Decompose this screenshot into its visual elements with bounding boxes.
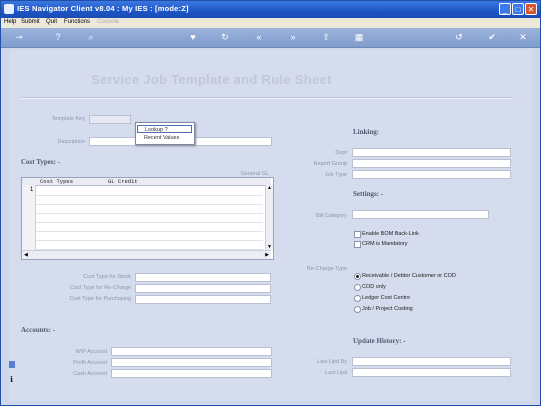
grid-column-cost-types: Cost Types [40, 178, 74, 185]
description-label: Description [57, 139, 85, 145]
info-icon[interactable]: ℹ [10, 375, 13, 384]
side-panel-button[interactable] [9, 361, 15, 368]
scroll-up-icon[interactable]: ▲ [267, 185, 272, 191]
last-upd-by-label: Last Upd By [317, 359, 347, 365]
lookup-popup: Lookup ? Recent Values [135, 122, 195, 145]
fast-forward-icon[interactable]: » [286, 31, 300, 43]
crm-mandatory-label: CRM is Mandatory [362, 241, 408, 247]
last-upd-by-field [352, 357, 511, 366]
grid-vertical-scrollbar[interactable]: ▲ ▼ [265, 185, 273, 250]
grid-row-gutter: 1 [22, 185, 36, 251]
cash-account-label: Cash Account [73, 371, 107, 377]
job-type-label: Job Type [324, 172, 347, 178]
rewind-icon[interactable]: « [252, 31, 266, 43]
menu-help[interactable]: Help [4, 19, 16, 25]
cost-type-recharge-label: Cost Type for Re-Charge [69, 285, 131, 291]
cost-type-purchasing-input[interactable] [135, 295, 271, 304]
last-upd-field [352, 368, 511, 377]
scroll-left-icon[interactable]: ◀ [24, 252, 28, 258]
key-icon[interactable]: ⊸ [9, 31, 29, 43]
grid-row-number: 1 [30, 187, 34, 193]
close-icon[interactable]: ✕ [516, 31, 530, 43]
upload-icon[interactable]: ⇧ [319, 31, 333, 43]
refresh-icon[interactable]: ↻ [218, 31, 232, 43]
search-icon[interactable]: ⌕ [84, 31, 98, 43]
template-key-input[interactable] [89, 115, 131, 124]
cost-type-stock-input[interactable] [135, 273, 271, 282]
dept-input[interactable] [352, 148, 511, 157]
help-icon[interactable]: ? [51, 31, 65, 43]
grid-horizontal-scrollbar[interactable]: ◀ ▶ [22, 250, 271, 259]
settings-heading: Settings: - [353, 190, 384, 198]
grid-header: Cost Types GL Credit [22, 178, 271, 186]
grid-column-gl-credit: GL Credit [108, 178, 138, 185]
wip-account-input[interactable] [111, 347, 272, 356]
title-divider [21, 97, 513, 99]
linking-heading: Linking: [353, 128, 380, 136]
maximize-button[interactable]: □ [512, 3, 524, 15]
recharge-cod-label: COD only [362, 284, 386, 290]
save-icon[interactable]: ▦ [352, 31, 366, 43]
check-icon[interactable]: ✔ [485, 31, 499, 43]
window-title: IES Navigator Client v8.04 : My IES : [m… [17, 4, 189, 13]
menu-quit[interactable]: Quit [46, 19, 57, 25]
scroll-right-icon[interactable]: ▶ [265, 252, 269, 258]
toolbar: ⊸ ? ⌕ ♥ ↻ « » ⇧ ▦ ↺ ✔ ✕ [1, 28, 540, 48]
wip-account-label: WIP Account [75, 349, 107, 355]
recharge-job-radio[interactable] [354, 306, 361, 313]
crm-mandatory-checkbox[interactable] [354, 241, 361, 248]
last-upd-label: Last Upd [324, 370, 347, 376]
cash-account-input[interactable] [111, 369, 272, 378]
menu-bar: Help Submit Quit Functions Console [1, 18, 540, 28]
minimize-button[interactable]: _ [499, 3, 511, 15]
accounts-heading: Accounts: - [21, 326, 56, 334]
dept-label: Dept [335, 150, 347, 156]
recent-values-menu-item[interactable]: Recent Values [137, 134, 192, 142]
recharge-cod-radio[interactable] [354, 284, 361, 291]
recharge-ledger-label: Ledger Cost Centre [362, 295, 410, 301]
cost-type-stock-label: Cost Type for Stock [83, 274, 131, 280]
enable-bom-label: Enable BOM Back-Link [362, 231, 419, 237]
lookup-menu-item[interactable]: Lookup ? [137, 125, 192, 133]
menu-functions[interactable]: Functions [64, 19, 90, 25]
report-group-label: Report Group [313, 161, 347, 167]
recharge-receivable-label: Receivable / Debtor Customer or COD [362, 273, 456, 279]
title-bar: IES Navigator Client v8.04 : My IES : [m… [1, 1, 540, 18]
recharge-receivable-radio[interactable] [354, 273, 361, 280]
update-history-heading: Update History: - [353, 337, 406, 345]
table-row[interactable] [36, 240, 263, 250]
menu-submit[interactable]: Submit [21, 19, 40, 25]
cost-type-purchasing-label: Cost Type for Purchasing [69, 296, 131, 302]
report-group-input[interactable] [352, 159, 511, 168]
heart-icon[interactable]: ♥ [186, 31, 200, 43]
bill-category-input[interactable] [352, 210, 489, 219]
job-type-input[interactable] [352, 170, 511, 179]
close-button[interactable]: ✕ [525, 3, 537, 15]
cost-type-recharge-input[interactable] [135, 284, 271, 293]
template-key-label: Template Key [51, 116, 85, 122]
page-title: Service Job Template and Rule Sheet [91, 72, 332, 87]
bill-category-label: Bill Category [315, 213, 347, 219]
enable-bom-checkbox[interactable] [354, 231, 361, 238]
undo-icon[interactable]: ↺ [452, 31, 466, 43]
recharge-type-label: Re-Charge Type [306, 266, 347, 272]
app-window: IES Navigator Client v8.04 : My IES : [m… [0, 0, 541, 406]
app-icon [4, 4, 14, 14]
recharge-job-label: Job / Project Costing [362, 306, 413, 312]
recharge-ledger-radio[interactable] [354, 295, 361, 302]
cost-types-heading: Cost Types: - [21, 158, 61, 166]
profit-account-input[interactable] [111, 358, 272, 367]
cost-types-grid[interactable]: Cost Types GL Credit 1 ▲ ▼ ◀ ▶ [21, 177, 274, 260]
menu-console: Console [97, 19, 120, 25]
profit-account-label: Profit Account [73, 360, 107, 366]
